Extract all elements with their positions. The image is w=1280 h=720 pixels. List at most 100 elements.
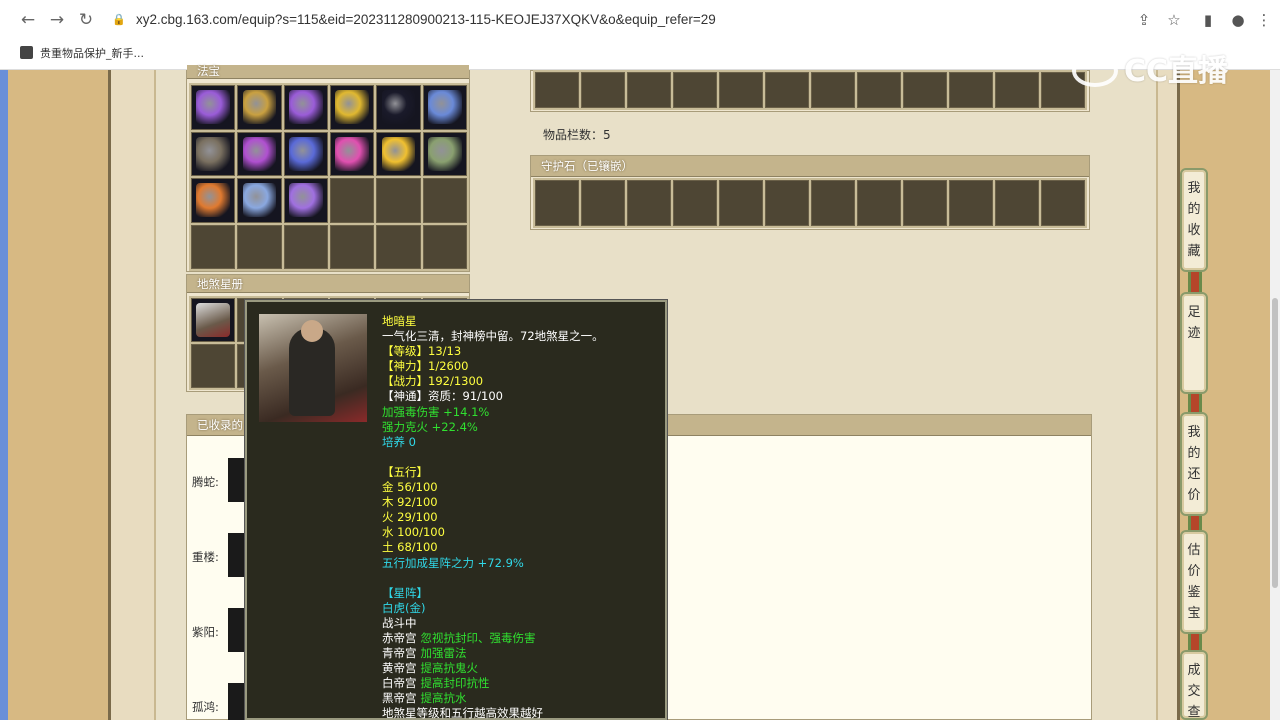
fabao-slot-empty[interactable]	[329, 178, 375, 223]
back-icon[interactable]: ←	[18, 10, 38, 30]
side-tab-0[interactable]: 我的收藏	[1180, 168, 1208, 272]
watermark-text: CC直播	[1124, 54, 1229, 89]
tooltip-line: 【星阵】	[382, 585, 428, 600]
fabao-slot-grey-tablet[interactable]	[191, 131, 236, 176]
fabao-slot-empty[interactable]	[376, 224, 421, 269]
side-tab-2[interactable]: 我的还价	[1180, 412, 1208, 516]
pink-lantern-icon	[335, 136, 370, 171]
blue-bracer-icon	[242, 183, 277, 218]
star-slot-empty[interactable]	[191, 344, 236, 388]
guard-stone-slot[interactable]	[1041, 180, 1085, 226]
item-slot[interactable]	[535, 72, 579, 108]
fabao-slot-blue-bracer[interactable]	[237, 178, 282, 223]
tooltip-line: 火 29/100	[382, 510, 438, 525]
guard-stone-slot[interactable]	[949, 180, 993, 226]
item-slot[interactable]	[857, 72, 901, 108]
fabao-slot-gold-cloud[interactable]	[376, 131, 421, 176]
fabao-slot-empty[interactable]	[283, 224, 328, 269]
fabao-slot-empty[interactable]	[422, 178, 467, 223]
guard-stone-slot[interactable]	[857, 180, 901, 226]
palace-name: 赤帝宫	[382, 630, 417, 645]
item-slot[interactable]	[673, 72, 717, 108]
fabao-slot-violet-wand[interactable]	[283, 85, 328, 130]
star-slot-portrait[interactable]	[191, 298, 236, 342]
collected-row-thumb[interactable]	[228, 683, 244, 720]
guard-stone-slot[interactable]	[673, 180, 717, 226]
item-slot[interactable]	[903, 72, 947, 108]
fabao-slot-purple-ribbon[interactable]	[237, 131, 282, 176]
fabao-slot-blue-glove[interactable]	[422, 85, 467, 130]
guard-stone-slot[interactable]	[535, 180, 579, 226]
slot-count-label: 物品栏数：5	[543, 128, 611, 142]
url-text: xy2.cbg.163.com/equip?s=115&eid=20231128…	[136, 12, 716, 27]
guard-stone-slot[interactable]	[581, 180, 625, 226]
fabao-slot-empty[interactable]	[191, 224, 236, 269]
scroll-thumb[interactable]	[1272, 298, 1278, 588]
collected-row-thumb[interactable]	[228, 458, 244, 502]
fabao-slot-gold-pagoda[interactable]	[329, 85, 375, 130]
guard-stone-slot[interactable]	[627, 180, 671, 226]
tooltip-palace-line: 赤帝宫 忽视抗封印、强毒伤害	[382, 631, 662, 646]
item-slot[interactable]	[765, 72, 809, 108]
fabao-panel-title: 法宝	[187, 65, 469, 79]
star-register-title: 地煞星册	[187, 275, 469, 293]
fabao-grid	[189, 83, 469, 271]
fabao-slot-dark-orb[interactable]	[376, 85, 421, 130]
item-slot[interactable]	[811, 72, 855, 108]
tooltip-line: 培养 0	[382, 434, 416, 449]
side-tab-4[interactable]: 成交查	[1180, 650, 1208, 720]
guard-stone-title: 守护石（已镶嵌）	[531, 156, 1089, 177]
fabao-slot-orange-shard[interactable]	[191, 178, 236, 223]
share-icon[interactable]: ⇪	[1134, 10, 1154, 30]
page-scrollbar[interactable]	[1270, 70, 1280, 720]
fabao-slot-empty[interactable]	[376, 178, 421, 223]
side-tab-separator	[1188, 516, 1202, 530]
guard-stone-slot[interactable]	[903, 180, 947, 226]
profile-icon[interactable]: ●	[1228, 10, 1248, 30]
item-slot[interactable]	[581, 72, 625, 108]
fabao-slot-empty[interactable]	[237, 224, 282, 269]
forward-icon[interactable]: →	[47, 10, 67, 30]
palace-effect: 加强雷法	[420, 646, 467, 661]
item-slot[interactable]	[719, 72, 763, 108]
side-tab-1[interactable]: 足迹	[1180, 292, 1208, 394]
fabao-slot-pink-lantern[interactable]	[329, 131, 375, 176]
fabao-slot-green-bell[interactable]	[422, 131, 467, 176]
violet-wand-icon	[288, 90, 323, 125]
fabao-slot-purple-box[interactable]	[191, 85, 236, 130]
side-tab-separator	[1188, 634, 1202, 650]
bookmark-label: 贵重物品保护_新手...	[40, 47, 144, 60]
fabao-slot-gold-token[interactable]	[237, 85, 282, 130]
tooltip-palace-line: 白帝宫 提高封印抗性	[382, 676, 662, 691]
star-tooltip: 地暗星 一气化三清，封神榜中留。72地煞星之一。 【等级】13/13 【神力】1/26…	[245, 300, 667, 720]
purple-hammer-icon	[288, 183, 323, 218]
side-tab-separator	[1188, 272, 1202, 292]
tooltip-line: 加强毒伤害 +14.1%	[382, 404, 490, 419]
address-bar[interactable]: 🔒 xy2.cbg.163.com/equip?s=115&eid=202311…	[108, 7, 1188, 33]
guard-stone-slot[interactable]	[811, 180, 855, 226]
guard-stone-slot[interactable]	[719, 180, 763, 226]
tooltip-line: 强力克火 +22.4%	[382, 419, 478, 434]
reload-icon[interactable]: ↻	[76, 10, 96, 30]
bookmark-star-icon[interactable]: ☆	[1164, 10, 1184, 30]
collected-row-label: 紫阳:	[192, 625, 219, 639]
sidebar-icon[interactable]: ▮	[1198, 10, 1218, 30]
item-slot[interactable]	[627, 72, 671, 108]
fabao-slot-empty[interactable]	[422, 224, 467, 269]
collected-row-thumb[interactable]	[228, 608, 244, 652]
side-tab-3[interactable]: 估价鉴宝	[1180, 530, 1208, 634]
item-slot[interactable]	[995, 72, 1039, 108]
tooltip-footer: 地煞星等级和五行越高效果越好	[382, 706, 543, 720]
bookmark-item[interactable]: 贵重物品保护_新手...	[20, 45, 144, 63]
guard-stone-slot[interactable]	[765, 180, 809, 226]
collected-row-thumb[interactable]	[228, 533, 244, 577]
menu-icon[interactable]: ⋮	[1254, 10, 1274, 30]
orange-shard-icon	[196, 183, 231, 218]
gold-cloud-icon	[381, 136, 416, 171]
fabao-slot-purple-hammer[interactable]	[283, 178, 328, 223]
guard-stone-slot[interactable]	[995, 180, 1039, 226]
fabao-slot-empty[interactable]	[329, 224, 375, 269]
gold-token-icon	[242, 90, 277, 125]
item-slot[interactable]	[949, 72, 993, 108]
fabao-slot-blue-scroll[interactable]	[283, 131, 328, 176]
